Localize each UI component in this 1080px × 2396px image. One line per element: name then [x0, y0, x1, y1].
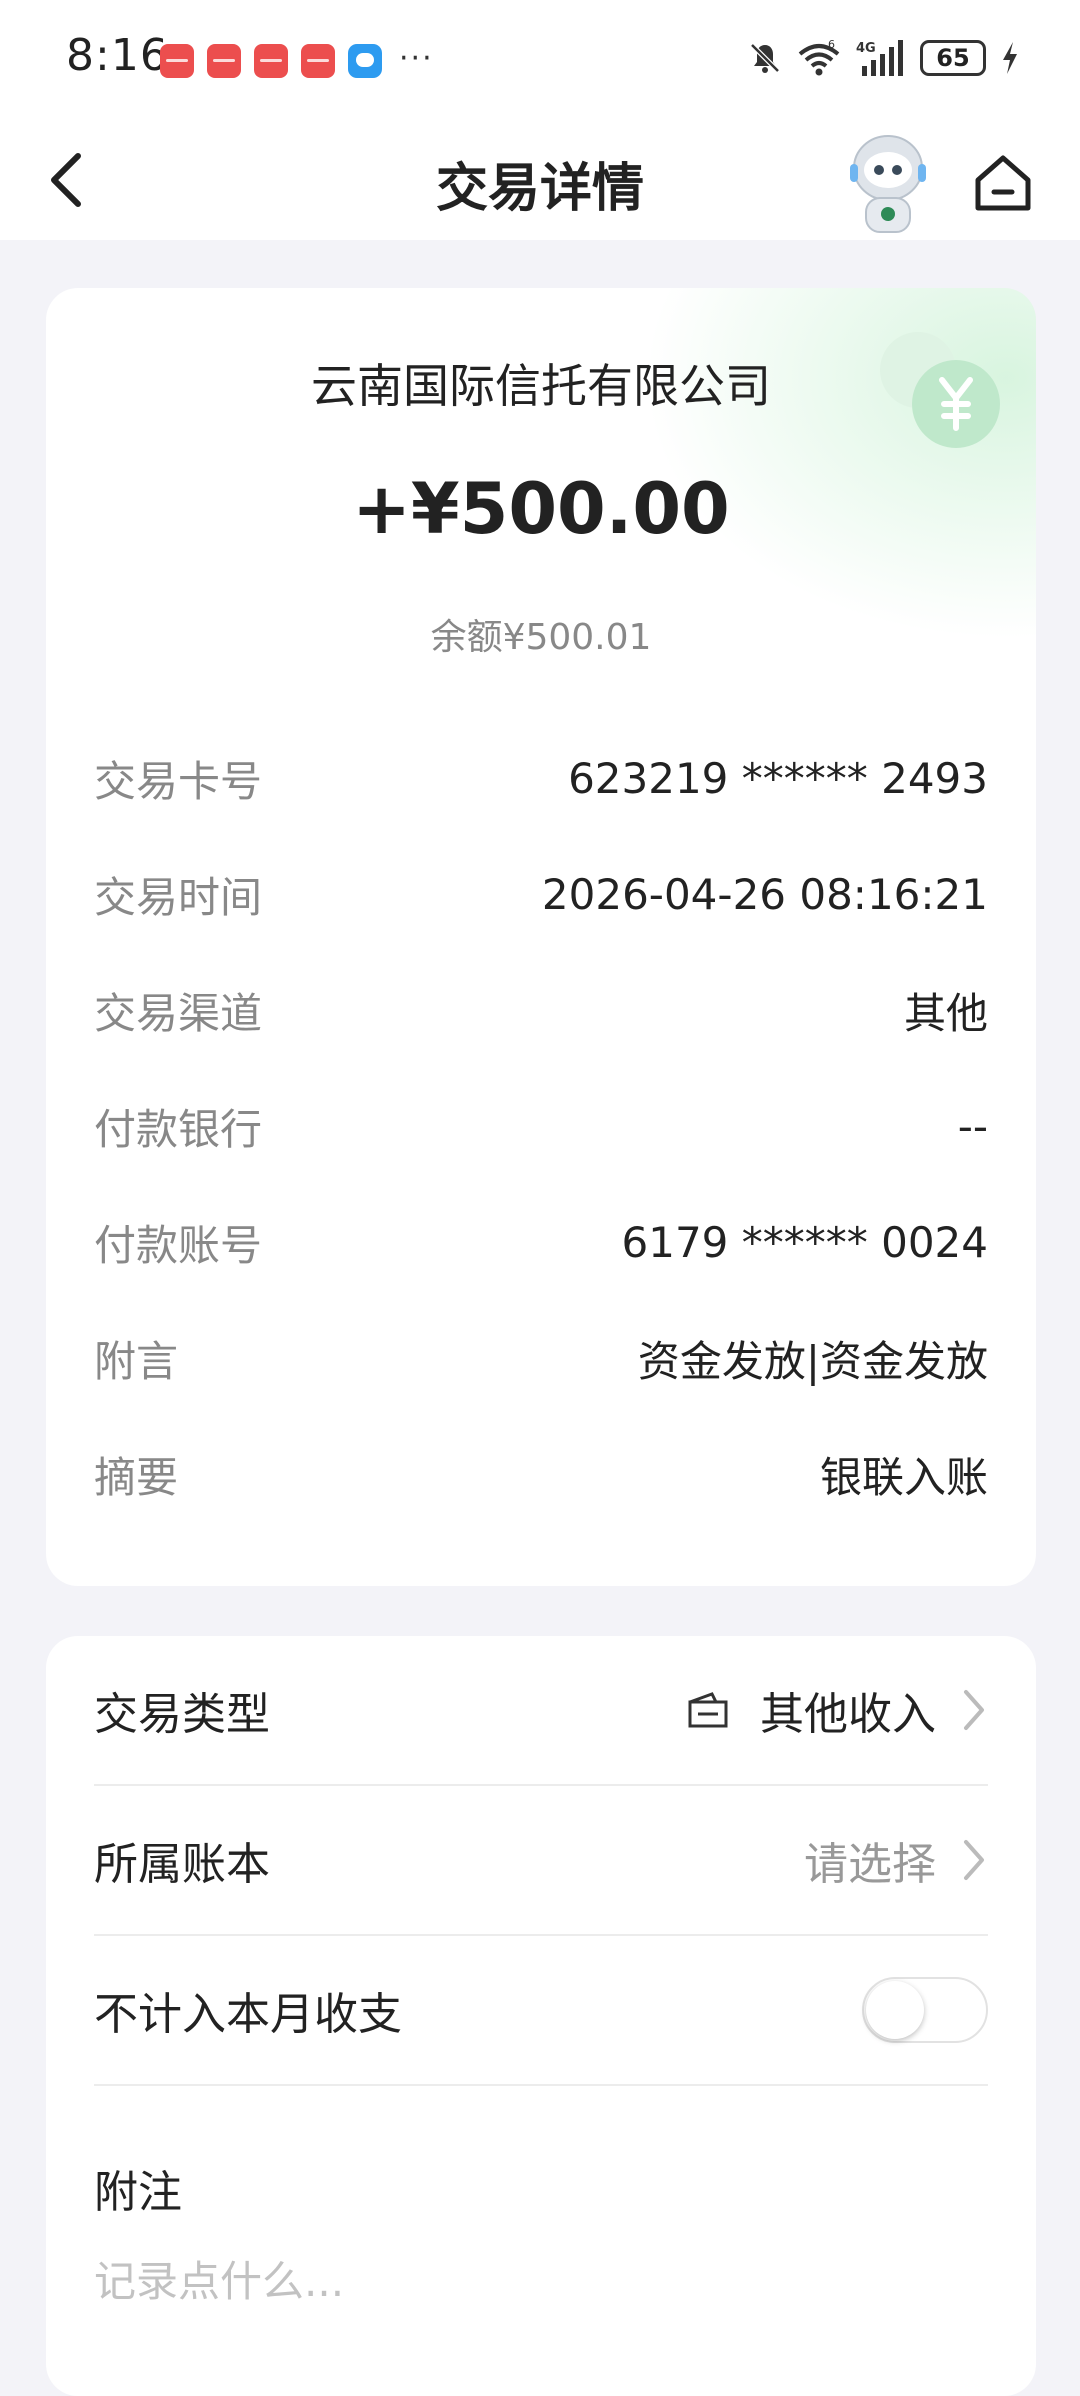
- ledger-row[interactable]: 所属账本 请选择: [94, 1786, 988, 1936]
- note-input[interactable]: [94, 2246, 974, 2316]
- transaction-amount: +¥500.00: [352, 468, 730, 550]
- exclude-monthly-toggle[interactable]: [862, 1977, 988, 2043]
- detail-value: 2026-04-26 08:16:21: [541, 869, 988, 919]
- more-notifications-icon: ···: [399, 41, 434, 76]
- detail-row-payer-account: 付款账号 6179 ****** 0024: [94, 1212, 988, 1272]
- ledger-label: 所属账本: [94, 1839, 270, 1890]
- detail-value: 银联入账: [819, 1452, 988, 1502]
- detail-value: 资金发放|资金发放: [637, 1336, 988, 1386]
- svg-text:6: 6: [828, 38, 835, 51]
- balance-text: 余额¥500.01: [430, 617, 652, 658]
- detail-row-remark: 附言 资金发放|资金发放: [94, 1328, 988, 1388]
- detail-label: 付款账号: [94, 1220, 263, 1270]
- notification-icons: ···: [160, 44, 434, 78]
- chevron-right-icon: [964, 1690, 984, 1730]
- detail-row-payer-bank: 付款银行 --: [94, 1096, 988, 1156]
- charging-icon: [1003, 42, 1017, 74]
- chevron-right-icon: [964, 1840, 984, 1880]
- navigation-bar: 交易详情: [0, 120, 1080, 240]
- message-icon: [348, 44, 382, 78]
- detail-row-channel: 交易渠道 其他: [94, 980, 988, 1040]
- toggle-knob: [866, 1981, 924, 2039]
- bell-off-icon: [750, 43, 780, 73]
- detail-label: 交易卡号: [94, 756, 263, 806]
- detail-value: 其他: [903, 988, 988, 1038]
- transaction-type-value: 其他收入: [760, 1689, 936, 1740]
- battery-indicator: 65: [920, 40, 986, 76]
- settings-card: 交易类型 其他收入 所属账本 请选择 不计入本月收支 附注: [46, 1636, 1036, 2396]
- huawei-store-icon: [207, 44, 241, 78]
- system-icons: 6 4G 65: [734, 38, 1020, 78]
- transaction-type-label: 交易类型: [94, 1689, 270, 1740]
- detail-row-time: 交易时间 2026-04-26 08:16:21: [94, 864, 988, 924]
- transaction-type-row[interactable]: 交易类型 其他收入: [94, 1636, 988, 1786]
- detail-value: --: [957, 1101, 988, 1151]
- detail-label: 交易时间: [94, 872, 263, 922]
- huawei-store-icon: [160, 44, 194, 78]
- detail-row-summary: 摘要 银联入账: [94, 1444, 988, 1504]
- detail-value: 6179 ****** 0024: [621, 1217, 988, 1267]
- merchant-name: 云南国际信托有限公司: [311, 359, 771, 413]
- detail-label: 摘要: [94, 1452, 179, 1502]
- detail-row-card-number: 交易卡号 623219 ****** 2493: [94, 748, 988, 808]
- exclude-monthly-row: 不计入本月收支: [94, 1936, 988, 2086]
- note-label: 附注: [94, 2167, 182, 2218]
- wifi-icon: 6: [798, 38, 840, 76]
- detail-value: 623219 ****** 2493: [568, 753, 988, 803]
- status-time: 8:16: [66, 30, 169, 81]
- wallet-icon: [688, 1692, 728, 1728]
- svg-text:4G: 4G: [856, 41, 876, 56]
- huawei-store-icon: [301, 44, 335, 78]
- home-icon[interactable]: [970, 150, 1036, 216]
- signal-4g-icon: 4G: [856, 40, 903, 76]
- ledger-value: 请选择: [804, 1839, 936, 1890]
- detail-label: 付款银行: [94, 1104, 263, 1154]
- huawei-store-icon: [254, 44, 288, 78]
- assistant-robot-icon[interactable]: [836, 128, 940, 240]
- status-bar: 8:16 ··· 6 4G 65: [0, 0, 1080, 120]
- transaction-card: 云南国际信托有限公司 +¥500.00 余额¥500.01 交易卡号 62321…: [46, 288, 1036, 1586]
- detail-label: 交易渠道: [94, 988, 263, 1038]
- detail-label: 附言: [94, 1336, 179, 1386]
- exclude-monthly-label: 不计入本月收支: [94, 1989, 402, 2040]
